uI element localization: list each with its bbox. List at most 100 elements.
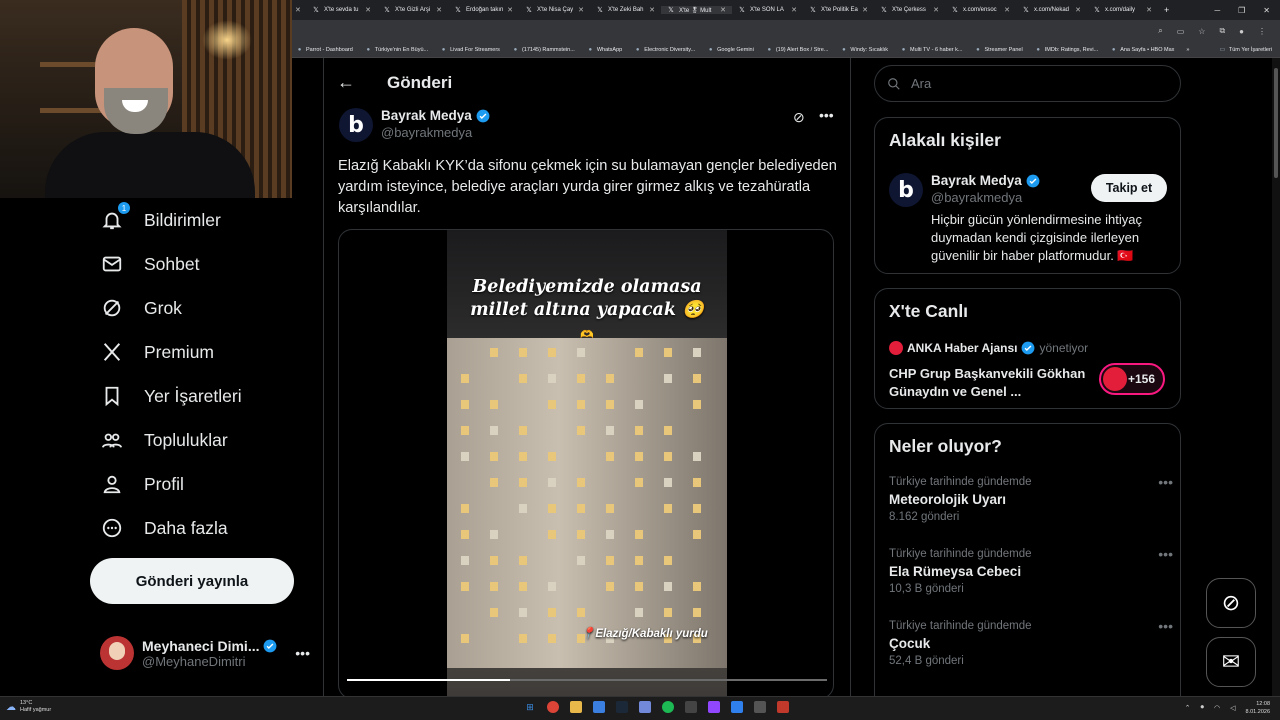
close-tab-icon[interactable]: ✕ bbox=[649, 6, 655, 14]
close-window-icon[interactable]: ✕ bbox=[1263, 6, 1270, 15]
all-bookmarks-button[interactable]: ▭ Tüm Yer İşaretleri bbox=[1219, 46, 1280, 54]
post-author[interactable]: b Bayrak Medya @bayrakmedya bbox=[339, 108, 490, 142]
browser-tab[interactable]: 𝕏x.com/daily ✕ bbox=[1087, 6, 1158, 14]
author-name[interactable]: Bayrak Medya bbox=[381, 108, 472, 123]
sidebar-item-more-circle[interactable]: Daha fazla bbox=[100, 516, 228, 540]
close-tab-icon[interactable]: ✕ bbox=[507, 6, 513, 14]
sidebar-item-communities[interactable]: Topluluklar bbox=[100, 428, 228, 452]
sidebar-item-profile[interactable]: Profil bbox=[100, 472, 184, 496]
bookmark-item[interactable]: ● Multi TV - 6 haber k... bbox=[900, 46, 963, 53]
account-more-icon[interactable]: ••• bbox=[295, 645, 310, 661]
windows-start-icon[interactable]: ⊞ bbox=[524, 701, 536, 713]
close-tab-icon[interactable]: ✕ bbox=[436, 6, 442, 14]
close-tab-icon[interactable]: ✕ bbox=[578, 6, 584, 14]
trend-item[interactable]: Türkiye tarihinde gündemde Meteorolojik U… bbox=[889, 474, 1173, 523]
close-tab-icon[interactable]: ✕ bbox=[1146, 6, 1152, 14]
extensions-icon[interactable]: ⧉ bbox=[1219, 26, 1225, 36]
network-icon[interactable]: ◠ bbox=[1214, 704, 1220, 712]
post-button[interactable]: Gönderi yayınla bbox=[90, 558, 294, 604]
video-progress-bar[interactable] bbox=[347, 679, 827, 681]
browser-tab[interactable]: 𝕏 X'te SON LA ✕ bbox=[732, 6, 803, 14]
trend-more-icon[interactable]: ••• bbox=[1158, 618, 1173, 634]
trend-more-icon[interactable]: ••• bbox=[1158, 546, 1173, 562]
bookmark-item[interactable]: ● (17145) Rammstein... bbox=[512, 46, 575, 53]
app-icon[interactable] bbox=[777, 701, 789, 713]
video-player[interactable]: Belediyemizde olamasa millet altına yapac… bbox=[338, 229, 834, 699]
chrome-icon[interactable] bbox=[547, 701, 559, 713]
post-more-icon[interactable]: ••• bbox=[819, 107, 834, 123]
trend-more-icon[interactable]: ••• bbox=[1158, 474, 1173, 490]
tab-overflow[interactable]: ✕ bbox=[292, 6, 306, 14]
sidebar-item-bell[interactable]: 1 Bildirimler bbox=[100, 202, 221, 232]
app-icon[interactable] bbox=[731, 701, 743, 713]
maximize-icon[interactable]: ❐ bbox=[1238, 6, 1245, 15]
bookmark-item[interactable]: ● Streamer Panel bbox=[974, 46, 1023, 53]
file-explorer-icon[interactable] bbox=[570, 701, 582, 713]
related-name[interactable]: Bayrak Medya bbox=[931, 173, 1022, 188]
browser-tab[interactable]: 𝕏 X'te 🎖 Mult ✕ bbox=[661, 6, 732, 14]
browser-tab[interactable]: 𝕏 X'te Nisa Çay ✕ bbox=[519, 6, 590, 14]
page-scrollbar[interactable] bbox=[1272, 58, 1280, 696]
steam-icon[interactable] bbox=[616, 701, 628, 713]
bookmark-item[interactable]: ● WhatsApp bbox=[587, 46, 623, 53]
new-tab-button[interactable]: + bbox=[1158, 5, 1178, 15]
browser-tab[interactable]: 𝕏 X'te sevda tu ✕ bbox=[306, 6, 377, 14]
grok-explain-icon[interactable]: ⊘ bbox=[793, 109, 805, 126]
close-tab-icon[interactable]: ✕ bbox=[933, 6, 939, 14]
mic-icon[interactable]: ⏺ bbox=[1201, 704, 1205, 712]
messages-fab-icon[interactable]: ✉ bbox=[1206, 637, 1256, 687]
app-icon[interactable] bbox=[685, 701, 697, 713]
sidebar-item-mail[interactable]: Sohbet bbox=[100, 252, 199, 276]
scrollbar-thumb[interactable] bbox=[1274, 68, 1278, 178]
listeners-pill[interactable]: +156 bbox=[1099, 363, 1165, 395]
video-frame[interactable]: Belediyemizde olamasa millet altına yapac… bbox=[447, 230, 727, 698]
share-icon[interactable]: ☆ bbox=[1198, 27, 1205, 36]
bookmark-item[interactable]: ● Electronic Diversity... bbox=[634, 46, 695, 53]
bookmark-item[interactable]: ● Parrot - Dashboard bbox=[296, 46, 353, 53]
discord-icon[interactable] bbox=[639, 701, 651, 713]
browser-tab[interactable]: 𝕏 Erdoğan takın ✕ bbox=[448, 6, 519, 14]
browser-tab[interactable]: 𝕏x.com/Nekad ✕ bbox=[1016, 6, 1087, 14]
app-icon[interactable] bbox=[593, 701, 605, 713]
profile-avatar-icon[interactable]: ● bbox=[1239, 27, 1244, 36]
space-title[interactable]: CHP Grup Başkanvekili Gökhan Günaydın ve… bbox=[889, 365, 1089, 401]
bookmark-item[interactable]: ● Ana Sayfa • HBO Max bbox=[1110, 46, 1175, 53]
app-icon[interactable] bbox=[754, 701, 766, 713]
tray-chevron-icon[interactable]: ⌃ bbox=[1185, 704, 1191, 712]
bookmark-item[interactable]: ● (19) Alert Box / Stre... bbox=[766, 46, 829, 53]
bookmark-item[interactable]: ● Windy: Sıcaklık bbox=[840, 46, 888, 53]
browser-tab[interactable]: 𝕏 X'te Çerkess ✕ bbox=[874, 6, 945, 14]
bookmark-item[interactable]: ● Livad For Streamers bbox=[440, 46, 500, 53]
close-tab-icon[interactable]: ✕ bbox=[720, 6, 726, 14]
bookmark-item[interactable]: ● Google Gemini bbox=[707, 46, 754, 53]
search-input[interactable]: Ara bbox=[874, 65, 1181, 102]
zoom-icon[interactable]: ⌕ bbox=[1158, 26, 1162, 36]
clock[interactable]: 12:08 8.01.2026 bbox=[1246, 700, 1270, 716]
close-tab-icon[interactable]: ✕ bbox=[1004, 6, 1010, 14]
back-arrow-icon[interactable]: ← bbox=[337, 72, 355, 93]
spotify-icon[interactable] bbox=[662, 701, 674, 713]
grok-fab-icon[interactable]: ⊘ bbox=[1206, 578, 1256, 628]
cast-icon[interactable]: ▭ bbox=[1177, 27, 1185, 36]
twitch-icon[interactable] bbox=[708, 701, 720, 713]
sidebar-item-x-logo[interactable]: Premium bbox=[100, 340, 214, 364]
related-avatar[interactable]: b bbox=[889, 173, 923, 207]
live-host[interactable]: ANKA Haber Ajansı yönetiyor bbox=[889, 341, 1088, 355]
browser-tab[interactable]: 𝕏x.com/ensoc ✕ bbox=[945, 6, 1016, 14]
sidebar-item-grok[interactable]: Grok bbox=[100, 296, 182, 320]
follow-button[interactable]: Takip et bbox=[1091, 174, 1167, 202]
bookmarks-overflow[interactable]: » bbox=[1186, 47, 1189, 53]
minimize-icon[interactable]: ─ bbox=[1214, 6, 1220, 15]
browser-menu-icon[interactable]: ⋮ bbox=[1258, 27, 1266, 36]
trend-item[interactable]: Türkiye tarihinde gündemde Çocuk 52,4 B gö… bbox=[889, 618, 1173, 667]
bookmark-item[interactable]: ● IMDb: Ratings, Revi... bbox=[1035, 46, 1098, 53]
close-tab-icon[interactable]: ✕ bbox=[1075, 6, 1081, 14]
browser-tab[interactable]: 𝕏 X'te Zeki Bah ✕ bbox=[590, 6, 661, 14]
browser-tab[interactable]: 𝕏 X'te Gizli Arşi ✕ bbox=[377, 6, 448, 14]
account-switcher[interactable]: Meyhaneci Dimi... @MeyhaneDimitri ••• bbox=[100, 636, 310, 670]
bookmark-item[interactable]: ● Türkiye'nin En Büyü... bbox=[365, 46, 428, 53]
author-avatar[interactable]: b bbox=[339, 108, 373, 142]
browser-tab[interactable]: 𝕏 X'te Politik Ea ✕ bbox=[803, 6, 874, 14]
volume-icon[interactable]: ◁ bbox=[1230, 704, 1235, 712]
close-tab-icon[interactable]: ✕ bbox=[791, 6, 797, 14]
